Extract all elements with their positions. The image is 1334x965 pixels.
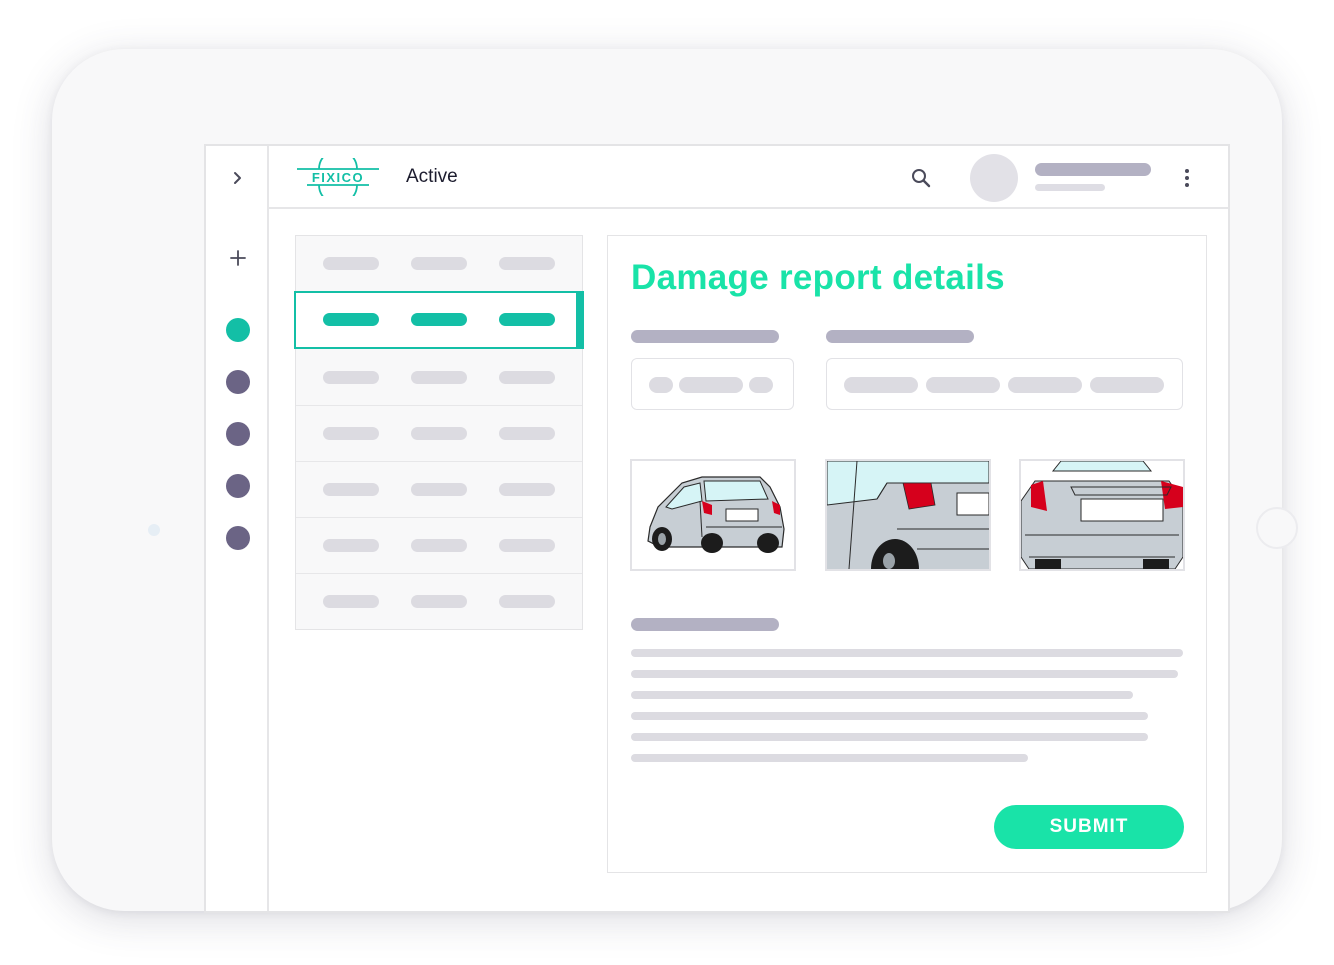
list-item-selected[interactable]: [294, 291, 584, 349]
list-item[interactable]: [296, 518, 582, 574]
list-item[interactable]: [296, 574, 582, 630]
fixico-logo[interactable]: FIXICO: [297, 158, 379, 196]
tablet-camera: [148, 524, 160, 536]
plus-icon: [230, 250, 246, 266]
page-title: Damage report details: [631, 258, 1005, 297]
list-item[interactable]: [296, 462, 582, 518]
expand-sidebar-button[interactable]: [226, 166, 250, 190]
more-options-button[interactable]: [1175, 166, 1199, 190]
car-rear-left-closeup-image: [827, 461, 989, 569]
field-label-placeholder: [631, 330, 779, 343]
short-field[interactable]: [631, 358, 794, 410]
car-rear-bumper-closeup-image: [1021, 461, 1183, 569]
description-line: [631, 733, 1148, 741]
description-line: [631, 754, 1028, 762]
damage-photo-2[interactable]: [825, 459, 991, 571]
sidebar-nav-item-2[interactable]: [226, 370, 250, 394]
description-line: [631, 712, 1148, 720]
user-subtitle-placeholder: [1035, 184, 1105, 191]
car-rear-three-quarter-image: [647, 476, 785, 553]
long-field[interactable]: [826, 358, 1183, 410]
search-icon: [912, 169, 931, 188]
sidebar-nav-item-3[interactable]: [226, 422, 250, 446]
logo-text: FIXICO: [311, 169, 365, 185]
description-line: [631, 670, 1178, 678]
damage-photo-3[interactable]: [1019, 459, 1185, 571]
sidebar-nav-item-5[interactable]: [226, 526, 250, 550]
list-item[interactable]: [296, 406, 582, 462]
status-label: Active: [406, 166, 458, 187]
description-label-placeholder: [631, 618, 779, 631]
description-line: [631, 649, 1183, 657]
submit-button[interactable]: SUBMIT: [994, 805, 1184, 849]
user-name-placeholder: [1035, 163, 1151, 176]
side-rail: [206, 146, 269, 911]
report-list: [294, 235, 584, 630]
list-item[interactable]: [296, 350, 582, 406]
tablet-home-button[interactable]: [1256, 507, 1298, 549]
detail-panel: Damage report details SUBMIT: [607, 235, 1207, 873]
description-line: [631, 691, 1133, 699]
selection-indicator: [576, 291, 584, 349]
tablet-frame: FIXICO Active Damage report details SUBM…: [52, 49, 1298, 913]
app-screen: FIXICO Active Damage report details SUBM…: [204, 144, 1230, 913]
avatar[interactable]: [970, 154, 1018, 202]
top-bar: FIXICO Active: [269, 146, 1228, 209]
field-label-placeholder: [826, 330, 974, 343]
list-item[interactable]: [296, 236, 582, 292]
damage-photo-1[interactable]: [630, 459, 796, 571]
chevron-right-icon: [234, 172, 241, 184]
sidebar-nav-item-1[interactable]: [226, 318, 250, 342]
more-vertical-icon: [1185, 169, 1189, 187]
add-button[interactable]: [226, 246, 250, 270]
sidebar-nav-item-4[interactable]: [226, 474, 250, 498]
search-button[interactable]: [909, 166, 933, 190]
